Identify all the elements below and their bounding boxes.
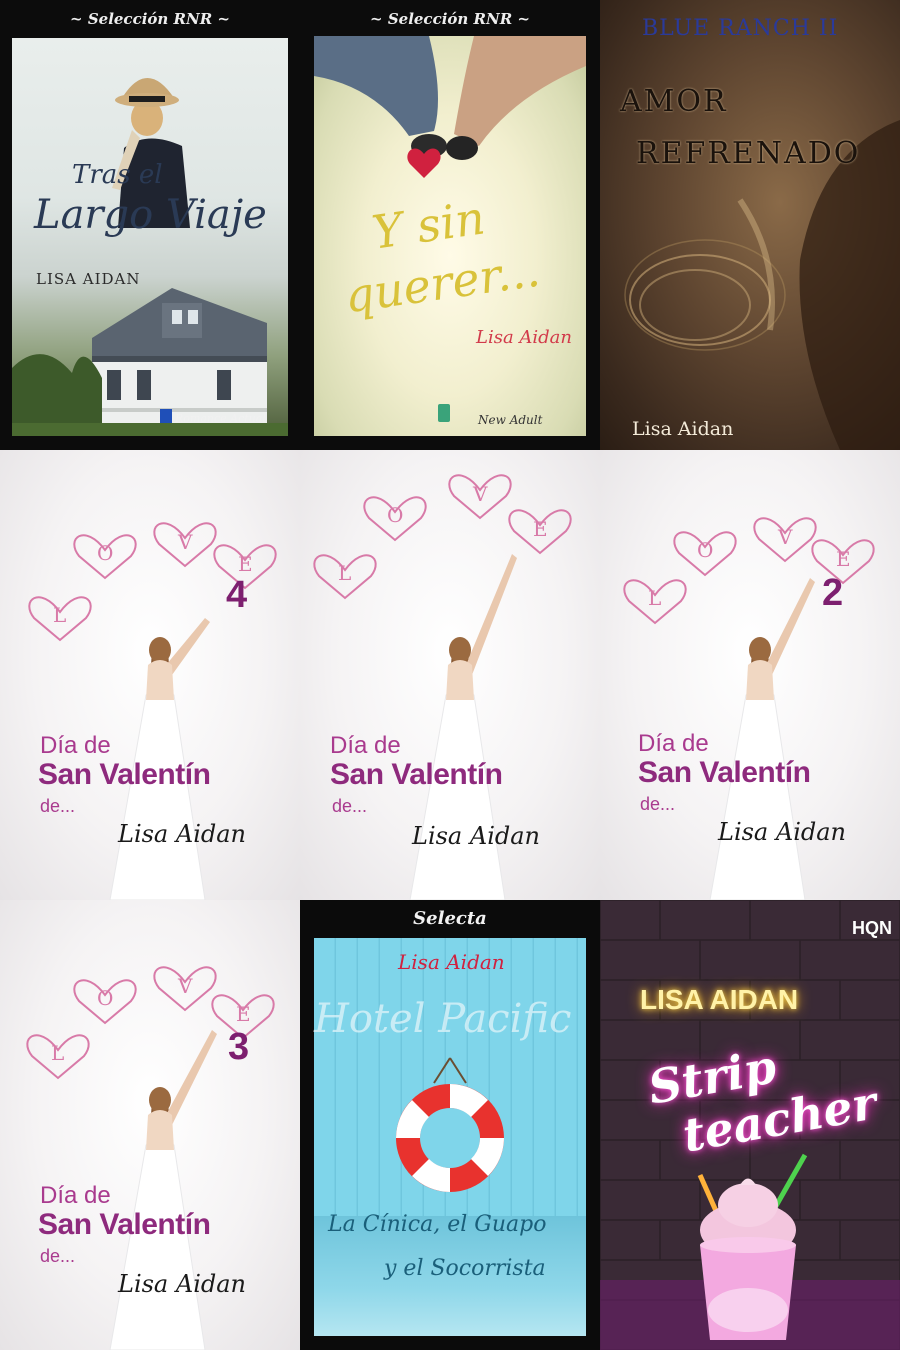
heart-letter: O [697,538,713,562]
volume-number: 4 [226,574,248,616]
cover-illustration [624,120,900,450]
cover-san-valentin-4[interactable]: L O V E 4 Día de San Valentín de... Lisa… [0,450,300,900]
cover-author: Lisa Aidan [412,822,541,850]
cover-header: ~ Selección RNR ~ [70,10,230,28]
cover-title-line3: de... [40,1246,76,1266]
glove-right [446,136,478,160]
heart-letter: O [387,503,403,527]
hook [433,1057,467,1084]
cover-y-sin-querer[interactable]: ~ Selección RNR ~ Y sin querer... Lisa A… [300,0,600,450]
publisher-logo-icon [160,409,172,423]
cover-title-line2: San Valentín [330,758,503,791]
cover-title-line1: Día de [330,732,401,759]
hqn-logo: HQN [852,918,892,938]
cover-title-line2: San Valentín [638,756,811,789]
book-cover-grid: ~ Selección RNR ~ Tras el Largo Viaje LI… [0,0,900,1350]
heart-letter: L [338,561,351,585]
cover-title-line2: REFRENADO [636,136,861,171]
cover-header: Selecta [413,908,487,929]
cover-title-line3: de... [40,796,76,816]
cover-san-valentin-3[interactable]: L O V E 3 Día de San Valentín de... Lisa… [0,900,300,1350]
cover-amor-refrenado[interactable]: BLUE RANCH II AMOR REFRENADO Lisa Aidan [600,0,900,450]
heart-letter: E [236,1002,251,1026]
cover-author: Lisa Aidan [398,950,505,974]
cover-title-line1: AMOR [620,84,728,119]
heart-letter: E [533,517,548,541]
cover-title-line1: Día de [40,732,111,759]
cover-author: LISA AIDAN [36,270,141,288]
hotel-name: Hotel Pacific [314,996,572,1042]
cover-author: Lisa Aidan [118,820,247,848]
ornament-left-icon: ~ [70,10,83,28]
heart-letter: L [648,586,661,610]
ornament-right-icon: ~ [517,10,530,28]
heart-letter: V [777,525,793,549]
cover-strip-teacher[interactable]: HQN LISA AIDAN Strip teacher [600,900,900,1350]
cover-author: LISA AIDAN [640,984,799,1015]
cover-series: BLUE RANCH II [642,16,839,41]
heart-letter: L [51,1041,64,1065]
cover-tras-el-largo-viaje[interactable]: ~ Selección RNR ~ Tras el Largo Viaje LI… [0,0,300,450]
heart-letter: O [97,541,113,565]
bride-figure [709,578,815,900]
cover-header: ~ Selección RNR ~ [370,10,530,28]
left-sleeve [314,36,438,136]
cover-imprint: New Adult [478,413,543,427]
cover-title-line1: Tras el [72,160,163,190]
cover-title-line2: San Valentín [38,1208,211,1241]
cover-author: Lisa Aidan [718,818,847,846]
cover-title-line1: La Cínica, el Guapo [328,1212,547,1237]
bride-figure [109,1030,217,1350]
cover-title-line2: Largo Viaje [34,192,267,238]
heart-letter: E [238,552,253,576]
cover-title-line2: San Valentín [38,758,211,791]
volume-number: 2 [822,572,844,614]
heart-letter: O [97,986,113,1010]
publisher-logo-icon [438,404,450,422]
cover-san-valentin-1[interactable]: L O V E Día de San Valentín de... Lisa A… [300,450,600,900]
cover-title-line3: de... [640,794,676,814]
cover-title-line3: de... [332,796,368,816]
cover-title-line1: Día de [638,730,709,757]
cover-title-line2: y el Socorrista [384,1256,546,1281]
cover-hotel-pacific[interactable]: Selecta Lisa Aidan Hotel Pacific La Cíni… [300,900,600,1350]
cover-title-line1: Día de [40,1182,111,1209]
cover-san-valentin-2[interactable]: L O V E 2 Día de San Valentín de... Lisa… [600,450,900,900]
ornament-left-icon: ~ [370,10,383,28]
heart-letter: E [836,547,851,571]
heart-letter: L [53,603,66,627]
heart-letter: V [177,530,193,554]
right-sleeve [454,36,586,146]
heart-letter: V [472,482,488,506]
cover-imprint: Romance Actual [175,412,266,425]
heart-letter: V [177,974,193,998]
volume-number: 3 [228,1026,250,1068]
ornament-right-icon: ~ [217,10,230,28]
cover-author: Lisa Aidan [118,1270,247,1298]
cover-author: Lisa Aidan [632,418,734,440]
cover-author: Lisa Aidan [476,327,573,348]
